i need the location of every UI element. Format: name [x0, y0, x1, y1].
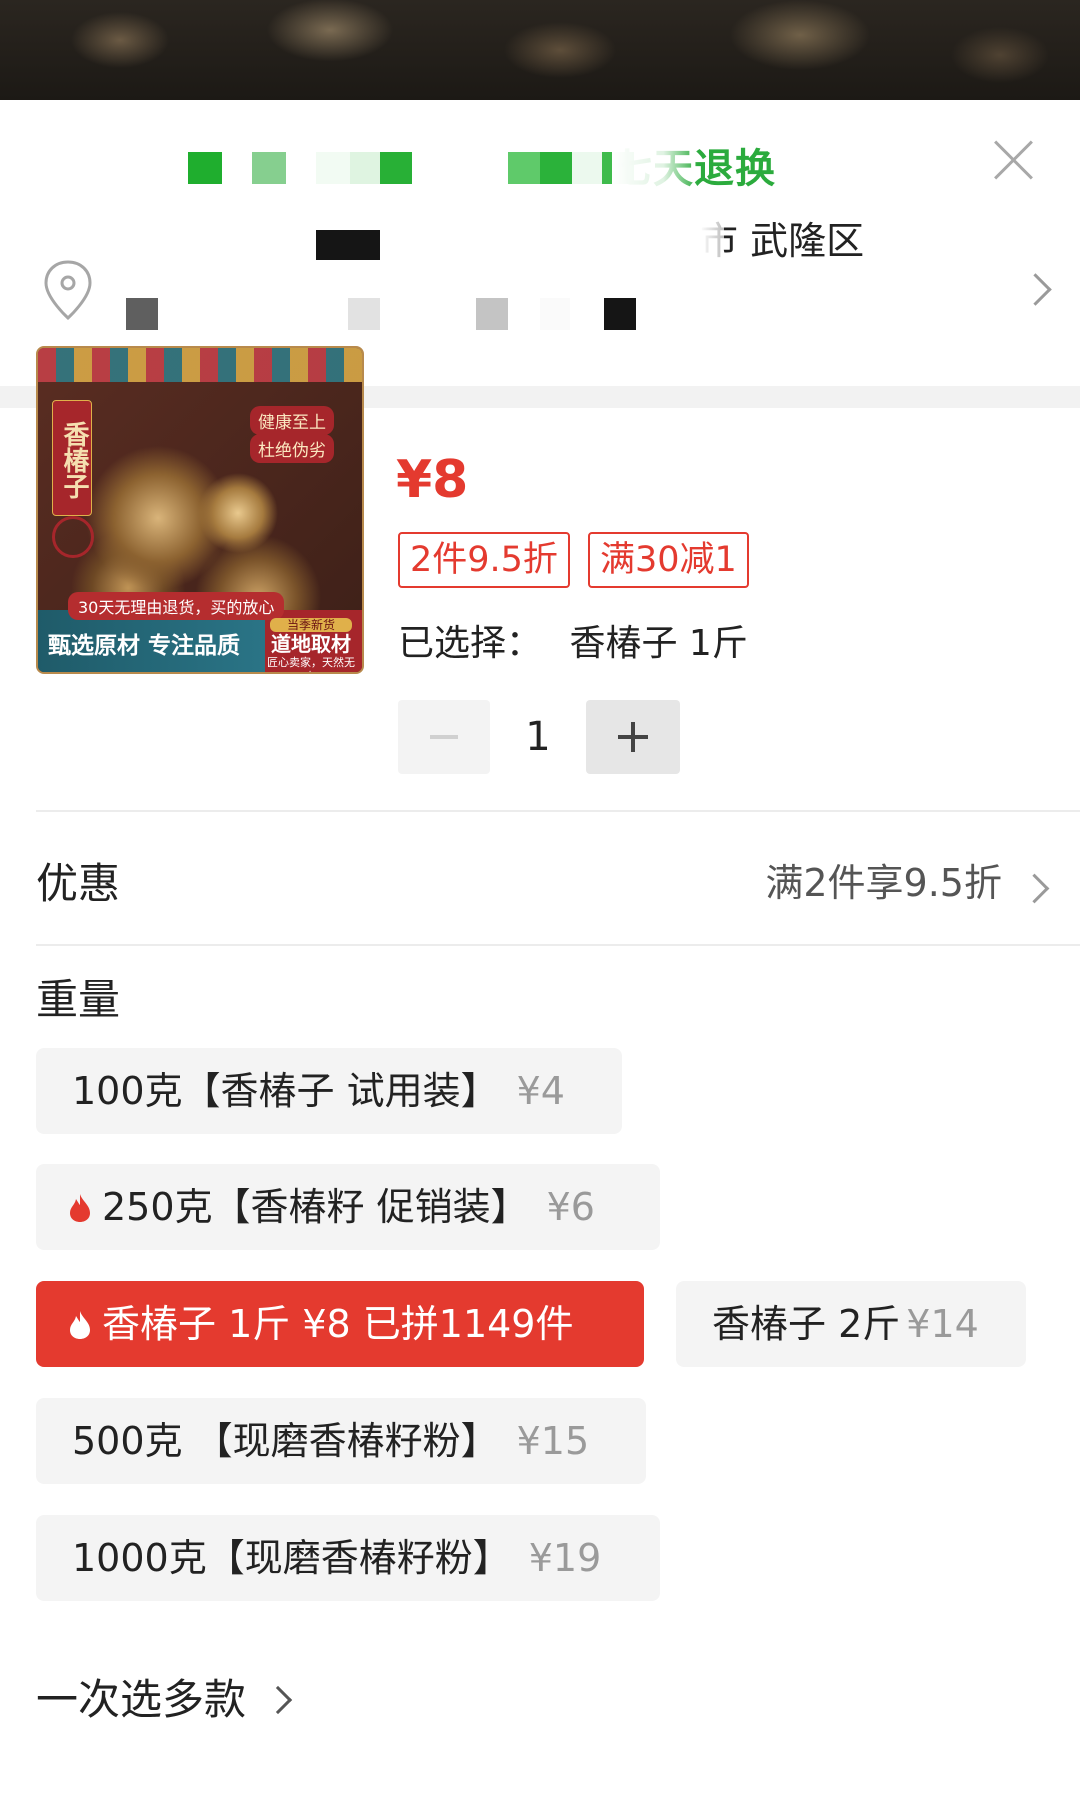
chevron-right-icon	[1019, 873, 1050, 904]
promo-tag: 满30减1	[588, 532, 749, 588]
quantity-value[interactable]: 1	[490, 700, 586, 774]
option-name: 香椿子 1斤 ¥8 已拼1149件	[102, 1302, 574, 1346]
thumbnail-origin-small: 匠心卖家，天然无杂	[267, 656, 355, 672]
thumbnail-season-badge: 当季新货	[270, 618, 352, 632]
option-price: ¥4	[516, 1069, 565, 1113]
weight-option[interactable]: 100克【香椿子 试用装】 ¥4	[36, 1048, 622, 1134]
redacted-block	[572, 152, 602, 184]
chevron-right-icon	[1019, 273, 1052, 306]
redacted-block	[126, 298, 158, 330]
flame-icon	[70, 1311, 90, 1339]
thumbnail-origin-text: 道地取材	[271, 632, 351, 656]
thumbnail-tag: 健康至上	[250, 406, 334, 435]
option-name: 500克 【现磨香椿籽粉】	[72, 1419, 499, 1463]
weight-label: 重量	[36, 975, 121, 1024]
option-price: ¥19	[528, 1536, 602, 1580]
option-price: ¥6	[546, 1185, 595, 1229]
weight-option[interactable]: 250克【香椿籽 促销装】 ¥6	[36, 1164, 660, 1250]
address-district: 市 武隆区	[700, 210, 864, 265]
weight-option[interactable]: 500克 【现磨香椿籽粉】 ¥15	[36, 1398, 646, 1484]
thumbnail-tag: 杜绝伪劣	[250, 434, 334, 463]
thumbnail-decor-border	[38, 348, 362, 382]
quantity-decrease-button[interactable]	[398, 700, 490, 774]
option-price: ¥14	[906, 1302, 979, 1346]
thumbnail-origin-badge: 当季新货 道地取材 匠心卖家，天然无杂	[266, 618, 356, 672]
option-name: 100克【香椿子 试用装】	[72, 1069, 499, 1113]
option-name: 香椿子 2斤	[712, 1302, 901, 1346]
return-policy-text: 七天退换	[612, 136, 776, 194]
selected-value: 香椿子 1斤	[569, 623, 748, 664]
close-icon[interactable]	[988, 134, 1040, 186]
option-price: ¥15	[516, 1419, 590, 1463]
chevron-right-icon	[263, 1685, 293, 1715]
redacted-block	[252, 152, 286, 184]
weight-option[interactable]: 1000克【现磨香椿籽粉】 ¥19	[36, 1515, 660, 1601]
redacted-block	[540, 298, 570, 330]
thumbnail-slogan: 甄选原材 专注品质	[48, 633, 241, 659]
product-photo-backdrop	[0, 0, 1080, 100]
redacted-block	[316, 152, 350, 184]
header-notice: 七天退换	[0, 100, 1080, 200]
redacted-block	[316, 230, 380, 260]
thumbnail-bottom-banner: 30天无理由退货，买的放心 甄选原材 专注品质 当季新货 道地取材 匠心卖家，天…	[38, 592, 362, 672]
product-thumbnail[interactable]: 香椿子 健康至上 杜绝伪劣 30天无理由退货，买的放心 甄选原材 专注品质 当季…	[36, 346, 364, 674]
thumbnail-return-ribbon: 30天无理由退货，买的放心	[68, 592, 285, 620]
product-price: ¥8	[396, 450, 469, 510]
discount-label: 优惠	[36, 859, 121, 908]
multi-select-label: 一次选多款	[36, 1675, 247, 1724]
divider	[36, 944, 1080, 946]
promo-tag: 2件9.5折	[398, 532, 570, 588]
redacted-block	[476, 298, 508, 330]
selected-sku-info: 已选择： 香椿子 1斤	[398, 614, 748, 666]
flame-icon	[70, 1194, 90, 1222]
redacted-block	[188, 152, 222, 184]
address-line-1: 市 武隆区	[0, 210, 1080, 265]
option-name: 1000克【现磨香椿籽粉】	[72, 1536, 511, 1580]
thumbnail-side-title: 香椿子	[52, 400, 92, 516]
selected-label: 已选择：	[398, 623, 543, 664]
weight-option-selected[interactable]: 香椿子 1斤 ¥8 已拼1149件	[36, 1281, 644, 1367]
thumbnail-seal	[52, 516, 94, 558]
location-pin-icon	[44, 260, 92, 321]
redacted-block	[350, 152, 380, 184]
option-name: 250克【香椿籽 促销装】	[102, 1185, 529, 1229]
redacted-block	[604, 298, 636, 330]
multi-select-link[interactable]: 一次选多款	[36, 1666, 293, 1727]
discount-row[interactable]: 优惠 满2件享9.5折	[0, 812, 1080, 942]
quantity-increase-button[interactable]	[586, 700, 680, 774]
weight-option[interactable]: 香椿子 2斤 ¥14	[676, 1281, 1026, 1367]
discount-value: 满2件享9.5折	[765, 861, 1002, 905]
redacted-block	[348, 298, 380, 330]
redacted-block	[540, 152, 572, 184]
redacted-block	[508, 152, 540, 184]
redacted-block	[380, 152, 412, 184]
